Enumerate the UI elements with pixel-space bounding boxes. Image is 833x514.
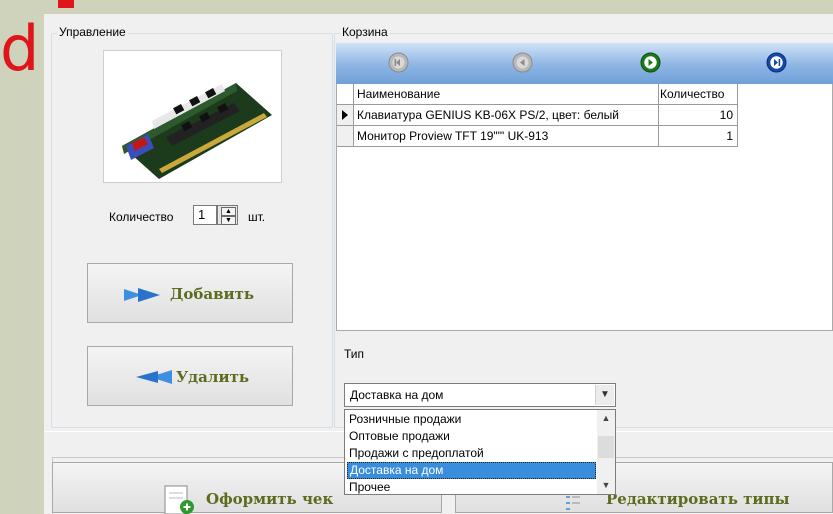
back-arrows-icon [136, 370, 172, 384]
type-dropdown-list[interactable]: Розничные продажи Оптовые продажи Продаж… [344, 409, 616, 495]
add-button[interactable]: Добавить [87, 263, 293, 323]
control-group-title: Управление [57, 25, 128, 39]
red-accent-bar [58, 0, 74, 8]
next-icon[interactable] [640, 52, 661, 73]
first-icon[interactable] [388, 52, 409, 73]
quantity-input[interactable]: 1 [193, 205, 217, 225]
prev-icon[interactable] [512, 52, 533, 73]
column-header-quantity[interactable]: Количество [659, 84, 738, 105]
add-button-label: Добавить [170, 285, 255, 303]
quantity-label: Количество [109, 210, 174, 224]
remove-button[interactable]: Удалить [87, 346, 293, 406]
quantity-stepper[interactable]: ▲ ▼ [217, 205, 238, 225]
last-icon[interactable] [766, 52, 787, 73]
cart-grid: Наименование Количество Клавиатура GENIU… [336, 84, 833, 331]
row-selector[interactable] [337, 126, 354, 147]
type-option[interactable]: Розничные продажи [347, 411, 596, 428]
type-option-selected[interactable]: Доставка на дом [347, 462, 596, 479]
dropdown-scrollbar[interactable]: ▲ ▼ [597, 410, 615, 494]
forward-arrows-icon [124, 288, 160, 302]
checkout-button-label: Оформить чек [206, 490, 334, 508]
product-image [103, 50, 282, 183]
cart-group-title: Корзина [340, 25, 390, 39]
slide-decoration-letter: d [0, 12, 40, 85]
chevron-down-icon[interactable]: ▼ [595, 385, 614, 405]
column-header-name[interactable]: Наименование [354, 84, 659, 105]
cell-quantity[interactable]: 10 [659, 105, 738, 126]
scroll-up-icon[interactable]: ▲ [597, 410, 615, 427]
quantity-unit: шт. [248, 210, 266, 224]
remove-button-label: Удалить [176, 368, 250, 386]
cell-quantity[interactable]: 1 [659, 126, 738, 147]
scroll-thumb[interactable] [598, 436, 614, 458]
spin-up-icon[interactable]: ▲ [221, 207, 236, 216]
cell-quantity-value: 10 [719, 108, 733, 122]
receipt-add-icon [164, 485, 194, 514]
type-select[interactable]: Доставка на дом ▼ [344, 383, 616, 407]
type-option[interactable]: Прочее [347, 479, 596, 496]
grid-header-row: Наименование Количество [337, 84, 739, 105]
type-select-value: Доставка на дом [350, 388, 444, 402]
cell-name[interactable]: Клавиатура GENIUS KB-06X PS/2, цвет: бел… [354, 105, 659, 126]
type-label: Тип [344, 347, 365, 361]
type-option[interactable]: Оптовые продажи [347, 428, 596, 445]
cell-quantity-value: 1 [726, 129, 733, 143]
cart-navigator [336, 43, 833, 84]
scroll-down-icon[interactable]: ▼ [597, 477, 615, 494]
row-pointer-icon[interactable] [337, 105, 354, 126]
table-row[interactable]: Клавиатура GENIUS KB-06X PS/2, цвет: бел… [337, 105, 739, 126]
row-selector-header [337, 84, 354, 105]
table-row[interactable]: Монитор Proview TFT 19""' UK-913 1 [337, 126, 739, 147]
type-option[interactable]: Продажи с предоплатой [347, 445, 596, 462]
cell-name[interactable]: Монитор Proview TFT 19""' UK-913 [354, 126, 659, 147]
edit-types-button-label: Редактировать типы [606, 490, 790, 508]
spin-down-icon[interactable]: ▼ [221, 216, 236, 225]
